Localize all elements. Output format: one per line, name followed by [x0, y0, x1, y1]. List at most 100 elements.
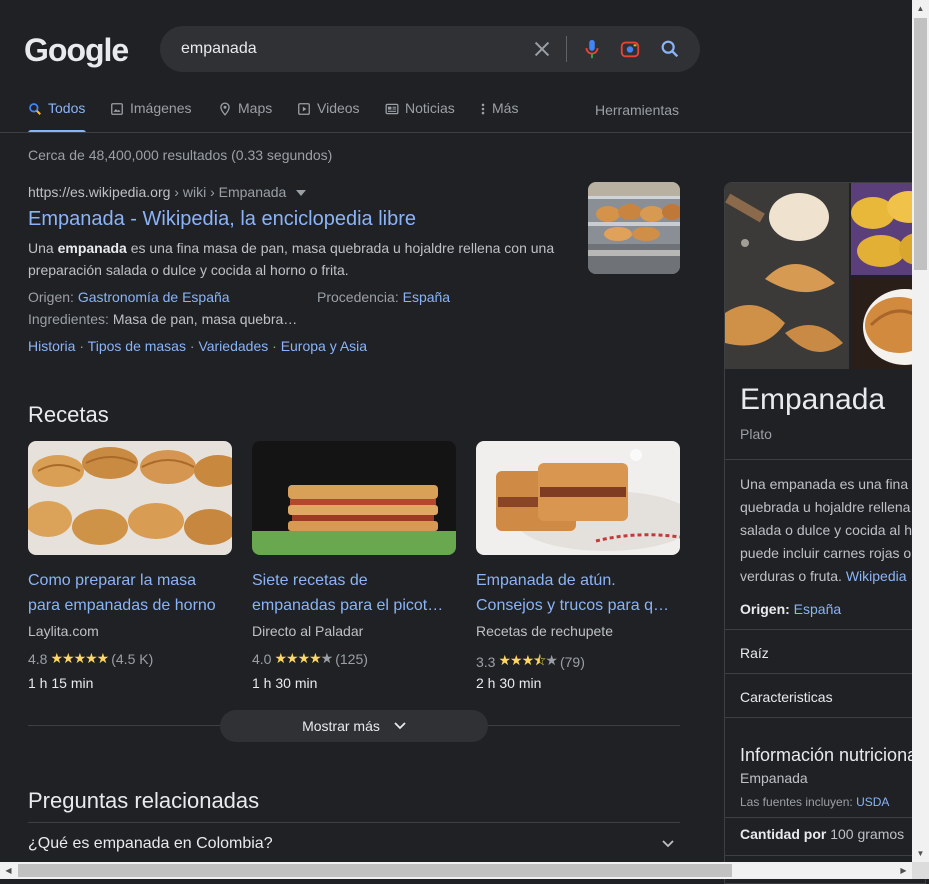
kp-origin: Origen: España — [740, 601, 841, 617]
result-stats: Cerca de 48,400,000 resultados (0.33 seg… — [28, 147, 333, 163]
kp-qty-label: Cantidad por — [740, 826, 827, 842]
kp-origin-link[interactable]: España — [794, 601, 841, 617]
sitelinks: Historia · Tipos de masas · Variedades ·… — [28, 338, 368, 354]
recipe-time: 1 h 15 min — [28, 675, 94, 691]
sitelink[interactable]: Europa y Asia — [281, 338, 367, 354]
attr-label: Ingredientes: — [28, 311, 113, 327]
tab-noticias[interactable]: Noticias — [385, 100, 455, 133]
tab-mas[interactable]: Más — [480, 100, 518, 133]
caret-down-icon[interactable] — [296, 190, 307, 197]
recipes-heading: Recetas — [28, 402, 109, 427]
tab-maps[interactable]: Maps — [218, 100, 272, 133]
microphone-icon[interactable] — [581, 38, 603, 60]
show-more-button[interactable]: Mostrar más — [220, 710, 488, 742]
kp-sources: Las fuentes incluyen: USDA — [740, 795, 890, 809]
more-vert-icon — [481, 103, 485, 115]
attr-origin: Origen: Gastronomía de España — [28, 289, 230, 305]
wikipedia-link[interactable]: Wikipedia — [846, 568, 907, 584]
attr-label: Procedencia: — [317, 289, 403, 305]
kp-nutrition-title: Información nutriciona — [740, 745, 918, 765]
recipe-title-link[interactable]: Como preparar la masa para empanadas de … — [28, 568, 232, 618]
recipe-title-line: Consejos y trucos para q… — [476, 597, 669, 614]
kp-divider — [725, 629, 925, 630]
show-more-label: Mostrar más — [302, 718, 380, 734]
provenance-link[interactable]: España — [403, 289, 450, 305]
scroll-left-arrow-icon[interactable]: ◀ — [0, 862, 17, 879]
tab-todos[interactable]: Todos — [28, 100, 86, 133]
review-count: (79) — [559, 654, 585, 670]
recipe-title-line: Como preparar la masa — [28, 572, 197, 589]
recipe-title-link[interactable]: Siete recetas de empanadas para el picot… — [252, 568, 456, 618]
kp-divider — [725, 717, 925, 718]
knowledge-panel: Empanada Plato Una empanada es una fina … — [724, 182, 926, 884]
result-path: › wiki › Empanada — [170, 184, 287, 200]
result-url[interactable]: https://es.wikipedia.org › wiki › Empana… — [28, 184, 307, 200]
horizontal-scroll-thumb[interactable] — [18, 864, 732, 877]
tabs-divider — [0, 132, 912, 133]
recipe-image[interactable] — [476, 441, 680, 555]
scroll-up-arrow-icon[interactable]: ▲ — [912, 0, 929, 17]
review-count: (125) — [335, 650, 368, 667]
recipe-image[interactable] — [252, 441, 456, 555]
paa-question[interactable]: ¿Qué es empanada en Colombia? — [28, 835, 273, 853]
tab-imagenes[interactable]: Imágenes — [110, 100, 191, 133]
search-icon[interactable] — [659, 38, 681, 60]
result-domain: https://es.wikipedia.org — [28, 184, 171, 200]
snippet-text: Una — [28, 240, 58, 256]
paa-heading: Preguntas relacionadas — [28, 788, 260, 813]
result-snippet: Una empanada es una fina masa de pan, ma… — [28, 237, 568, 281]
kp-divider — [725, 673, 925, 674]
star-rating-icon: ★★★⯪★ — [498, 652, 557, 668]
sitelink[interactable]: Historia — [28, 338, 75, 354]
kp-row-caracteristicas[interactable]: Caracteristicas — [740, 689, 833, 705]
recipe-title-line: empanadas para el picot… — [252, 597, 444, 614]
kp-image-main[interactable] — [725, 183, 849, 369]
kp-divider — [725, 817, 925, 818]
usda-link[interactable]: USDA — [856, 795, 889, 809]
attr-label: Origen: — [28, 289, 78, 305]
attr-provenance: Procedencia: España — [317, 289, 450, 305]
tools-button[interactable]: Herramientas — [595, 102, 679, 118]
attr-value: Masa de pan, masa quebra… — [112, 311, 298, 327]
snippet-keyword: empanada — [57, 240, 127, 256]
tab-videos[interactable]: Videos — [297, 100, 360, 133]
result-title-link[interactable]: Empanada - Wikipedia, la enciclopedia li… — [28, 208, 416, 231]
origin-link[interactable]: Gastronomía de España — [78, 289, 230, 305]
clear-icon[interactable] — [531, 38, 553, 60]
search-input[interactable]: empanada — [181, 40, 257, 58]
recipe-time: 1 h 30 min — [252, 675, 318, 691]
recipe-title-line: Empanada de atún. — [476, 572, 616, 589]
tab-label: Imágenes — [130, 100, 192, 116]
review-count: (4.5 K) — [111, 650, 154, 667]
star-rating-icon: ★★★★★ — [50, 650, 109, 666]
star-rating-icon: ★★★★★ — [274, 650, 333, 666]
recipe-title-link[interactable]: Empanada de atún. Consejos y trucos para… — [476, 568, 680, 618]
google-logo[interactable]: Google — [24, 32, 129, 69]
chevron-down-icon[interactable] — [662, 840, 674, 848]
kp-nutrition-food: Empanada — [740, 770, 808, 786]
tab-label: Todos — [48, 100, 86, 116]
paa-divider — [28, 822, 680, 823]
scroll-down-arrow-icon[interactable]: ▼ — [912, 845, 929, 862]
sitelink[interactable]: Tipos de masas — [88, 338, 186, 354]
search-divider — [566, 36, 567, 62]
tab-label: Noticias — [405, 100, 455, 116]
kp-qty-value: 100 gramos — [826, 826, 905, 842]
tab-label: Maps — [238, 100, 273, 116]
tab-label: Más — [492, 100, 519, 116]
sitelink[interactable]: Variedades — [198, 338, 268, 354]
result-thumbnail[interactable] — [588, 182, 680, 274]
rating-value: 4.8 — [28, 650, 48, 667]
kp-row-raiz[interactable]: Raíz — [740, 645, 769, 661]
recipe-source: Recetas de rechupete — [476, 623, 613, 639]
search-box[interactable]: empanada — [160, 26, 700, 72]
recipe-image[interactable] — [28, 441, 232, 555]
camera-lens-icon[interactable] — [619, 38, 641, 60]
vertical-scroll-thumb[interactable] — [914, 18, 927, 270]
kp-origin-label: Origen: — [740, 601, 790, 617]
recipe-rating: 4.0 ★★★★★ (125) — [252, 650, 368, 667]
kp-divider — [725, 855, 925, 856]
search-icon — [29, 103, 41, 115]
recipe-title-line: para empanadas de horno — [28, 597, 216, 614]
scroll-right-arrow-icon[interactable]: ▶ — [895, 862, 912, 879]
